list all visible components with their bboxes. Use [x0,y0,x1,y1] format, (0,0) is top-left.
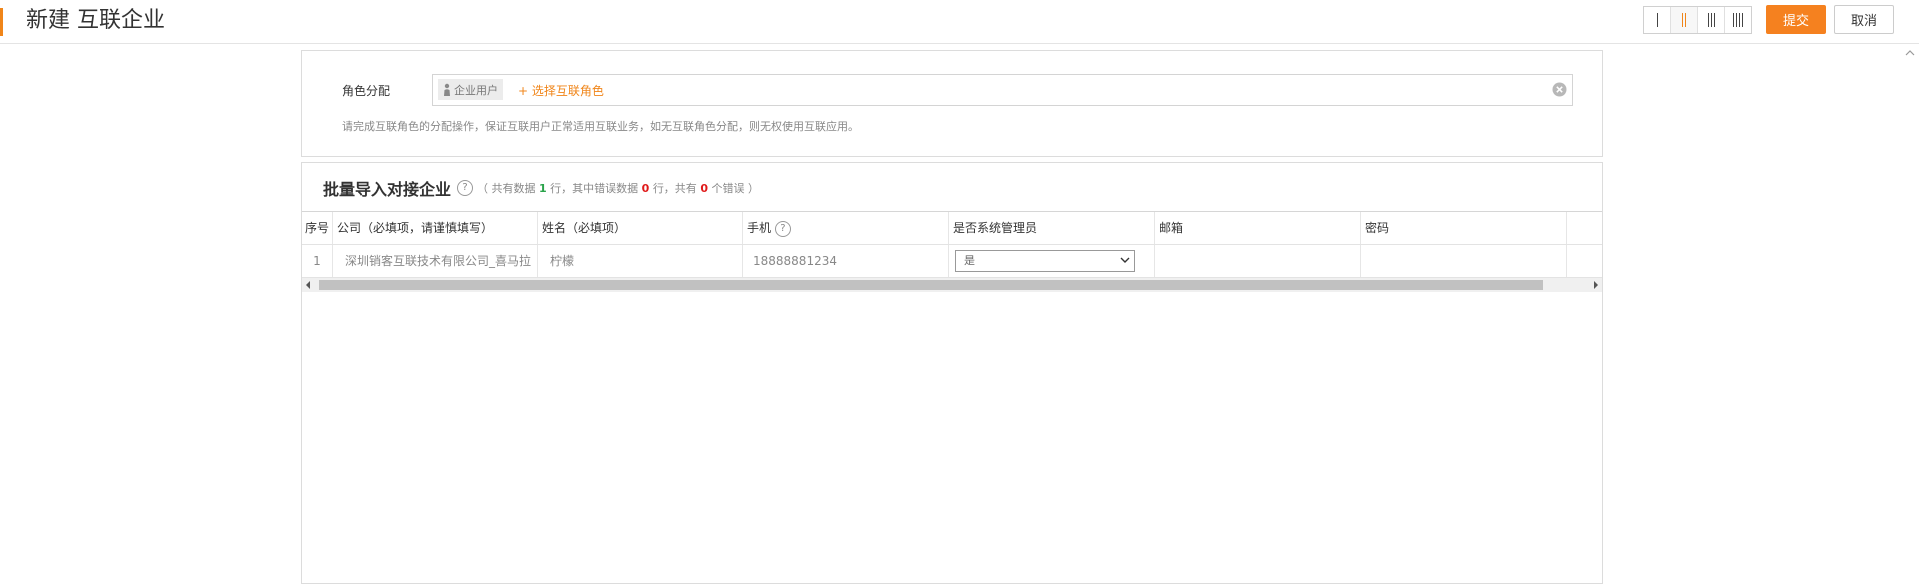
scroll-left-icon[interactable] [305,281,311,289]
chevron-down-icon [1120,257,1130,263]
role-hint-text: 请完成互联角色的分配操作，保证互联用户正常适用互联业务，如无互联角色分配，则无权… [342,120,859,133]
layout-switcher [1643,6,1752,34]
column-header-is-admin: 是否系统管理员 [949,212,1155,244]
layout-2-column-button[interactable] [1671,7,1698,33]
summary-text: 个错误 ） [711,182,759,195]
error-count: 0 [700,182,708,195]
collapse-arrow-icon[interactable] [1905,50,1915,56]
question-circle-icon[interactable]: ? [774,220,791,237]
role-selector-field[interactable]: 企业用户 + 选择互联角色 [432,74,1573,106]
total-rows-count: 1 [539,182,547,195]
error-rows-count: 0 [641,182,650,195]
name-cell[interactable]: 柠檬 [538,245,743,277]
three-column-icon [1707,13,1715,27]
scrollbar-thumb[interactable] [319,280,1543,290]
person-icon [444,83,450,96]
summary-text: （ 共有数据 [477,182,536,195]
table-header-row: 序号 公司（必填项，请谨慎填写） 姓名（必填项） 手机 ? 是否系统管理员 邮箱… [302,212,1602,245]
column-header-phone-label: 手机 [747,221,772,235]
is-admin-select[interactable]: 是 [955,250,1135,272]
question-circle-icon[interactable]: ? [457,180,473,196]
email-cell[interactable] [1155,245,1361,277]
table-row: 1 深圳销客互联技术有限公司_喜马拉 柠檬 18888881234 是 [302,245,1602,278]
import-table: 序号 公司（必填项，请谨慎填写） 姓名（必填项） 手机 ? 是否系统管理员 邮箱… [302,211,1602,278]
summary-text: 行，共有 [652,182,697,195]
column-header-password: 密码 [1361,212,1567,244]
column-header-name: 姓名（必填项） [538,212,743,244]
batch-import-panel: 批量导入对接企业 ? （ 共有数据 1 行，其中错误数据 0 行，共有 0 个错… [301,162,1603,584]
role-assignment-panel: 角色分配 企业用户 + 选择互联角色 请完成互联角色的分配操作，保证互联用户正常… [301,50,1603,157]
title-accent-bar [0,8,3,36]
row-index: 1 [302,245,333,277]
two-column-icon [1682,13,1686,27]
page-header: 新建 互联企业 提交 取消 [0,0,1919,44]
import-summary: （ 共有数据 1 行，其中错误数据 0 行，共有 0 个错误 ） [477,180,759,196]
column-header-more [1567,212,1602,244]
one-column-icon [1656,13,1658,27]
submit-button[interactable]: 提交 [1766,5,1826,34]
role-label: 角色分配 [342,84,391,98]
is-admin-value: 是 [964,254,975,267]
extra-cell [1567,245,1602,277]
role-tag-label: 企业用户 [454,83,498,97]
role-tag[interactable]: 企业用户 [438,79,503,100]
column-header-company: 公司（必填项，请谨慎填写） [333,212,538,244]
horizontal-scrollbar[interactable] [302,278,1602,292]
add-role-link[interactable]: + 选择互联角色 [518,82,604,99]
phone-cell[interactable]: 18888881234 [743,245,949,277]
clear-circle-icon[interactable] [1552,82,1567,97]
layout-3-column-button[interactable] [1698,7,1725,33]
page-title: 新建 互联企业 [26,8,165,33]
layout-1-column-button[interactable] [1644,7,1671,33]
column-header-index: 序号 [302,212,333,244]
scroll-right-icon[interactable] [1593,281,1599,289]
company-cell[interactable]: 深圳销客互联技术有限公司_喜马拉 [333,245,538,277]
password-cell[interactable] [1361,245,1567,277]
column-header-phone: 手机 ? [743,212,949,244]
column-header-email: 邮箱 [1155,212,1361,244]
is-admin-cell: 是 [949,245,1155,277]
cancel-button[interactable]: 取消 [1834,5,1894,34]
summary-text: 行，其中错误数据 [550,182,639,195]
layout-4-column-button[interactable] [1725,7,1751,33]
section-title: 批量导入对接企业 [323,180,452,199]
four-column-icon [1733,13,1743,27]
